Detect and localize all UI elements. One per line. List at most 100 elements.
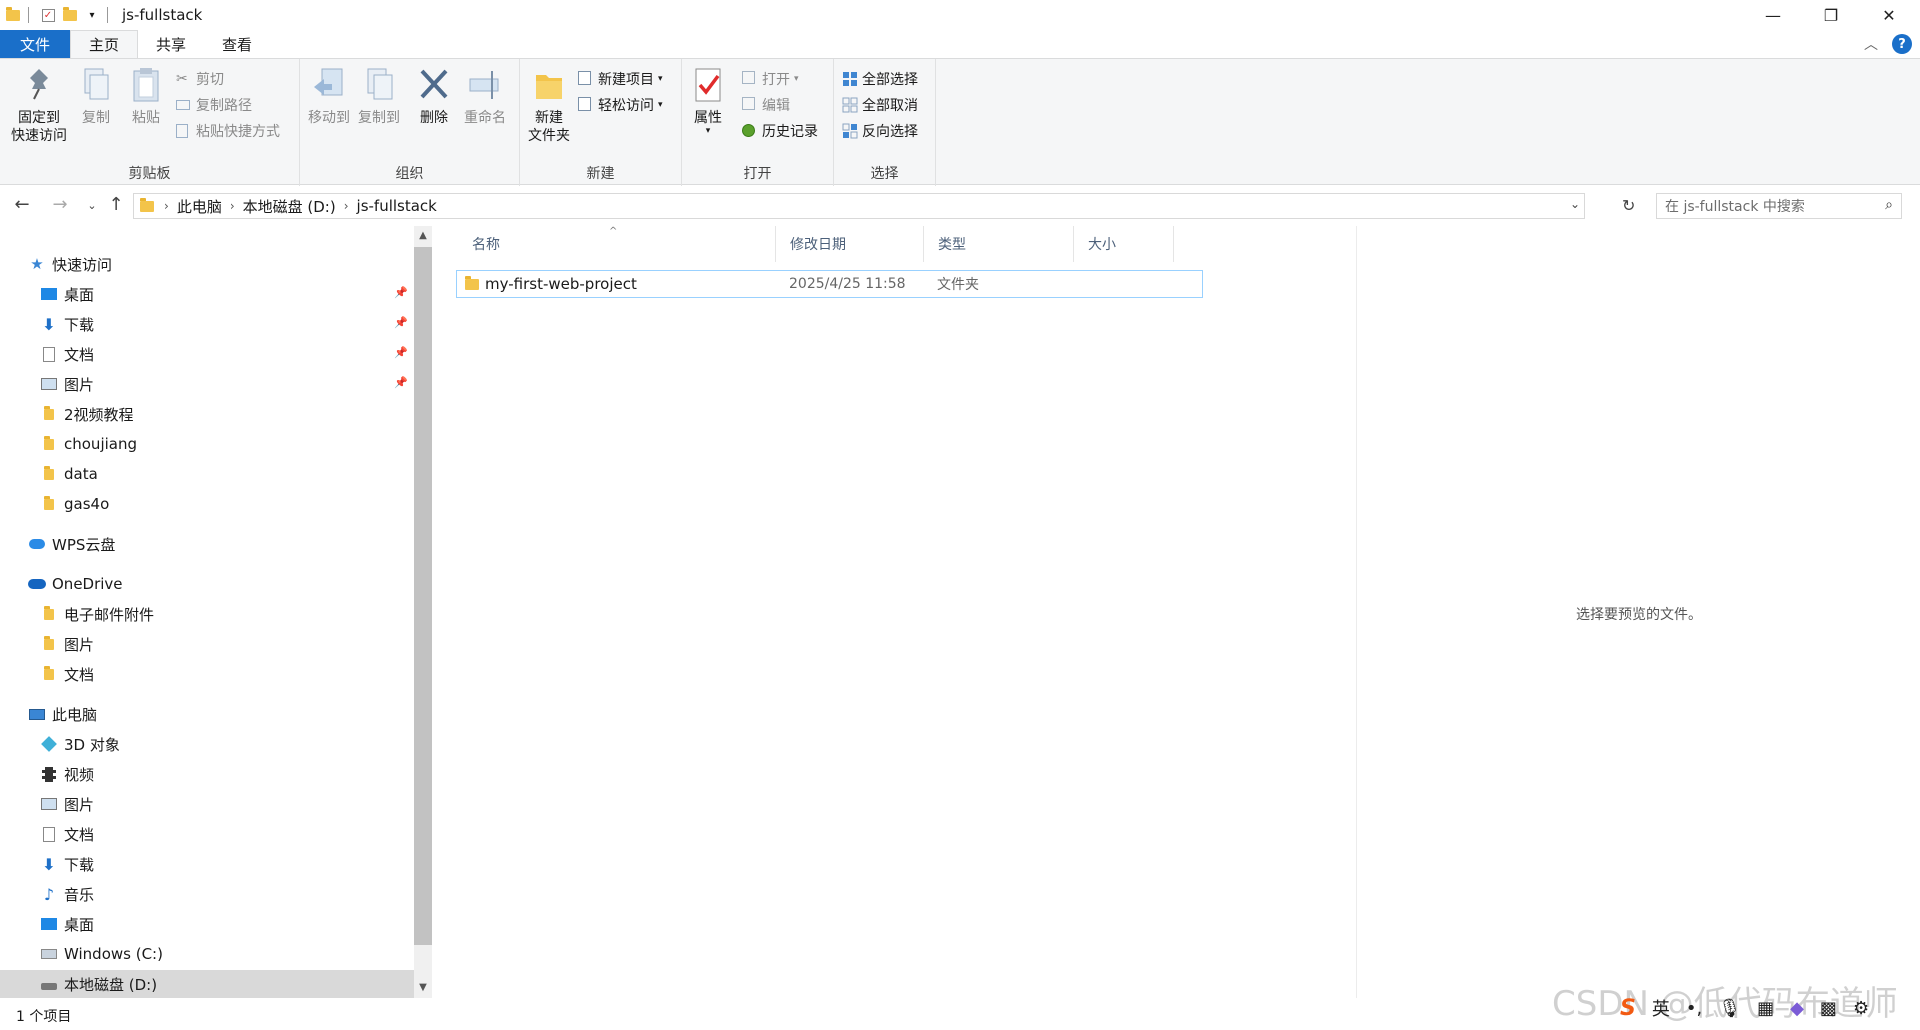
column-header-type[interactable]: 类型: [924, 226, 1074, 262]
nav-onedrive[interactable]: OneDrive: [28, 570, 123, 598]
pin-icon[interactable]: 📌: [394, 376, 408, 389]
properties-button[interactable]: 属性 ▾: [686, 65, 730, 136]
address-bar[interactable]: › 此电脑 › 本地磁盘 (D:) › js-fullstack ⌄: [133, 193, 1585, 219]
breadcrumb-js-fullstack[interactable]: js-fullstack: [357, 197, 437, 215]
delete-button[interactable]: 删除: [414, 65, 454, 127]
invert-selection-button[interactable]: 反向选择: [842, 121, 918, 141]
nav-scrollbar-thumb[interactable]: [414, 247, 432, 945]
nav-wps-cloud[interactable]: WPS云盘: [28, 530, 115, 558]
ime-language-toggle[interactable]: 英: [1652, 995, 1670, 1021]
scroll-up-icon[interactable]: ▲: [414, 230, 432, 241]
keyboard-icon[interactable]: ▦: [1757, 998, 1774, 1019]
address-dropdown-icon[interactable]: ⌄: [1570, 197, 1580, 211]
pin-icon[interactable]: 📌: [394, 316, 408, 329]
nav-onedrive-folder[interactable]: 文档: [40, 660, 94, 688]
nav-label: 下载: [64, 315, 95, 334]
punctuation-icon[interactable]: •,: [1686, 998, 1702, 1019]
microphone-icon[interactable]: 🎙: [1718, 998, 1741, 1019]
nav-quick-folder[interactable]: 2视频教程: [40, 400, 134, 428]
nav-pc-drive-d[interactable]: 本地磁盘 (D:): [0, 970, 414, 998]
minimize-button[interactable]: —: [1744, 0, 1802, 30]
pin-icon[interactable]: 📌: [394, 346, 408, 359]
breadcrumb-this-pc[interactable]: 此电脑: [177, 196, 222, 217]
tab-home[interactable]: 主页: [70, 30, 139, 58]
recent-locations-icon[interactable]: ⌄: [80, 199, 104, 212]
move-to-button[interactable]: 移动到: [304, 65, 354, 127]
new-item-button[interactable]: 新建项目 ▾: [578, 69, 663, 89]
tab-file[interactable]: 文件: [0, 30, 70, 58]
nav-label: data: [64, 465, 98, 483]
divider: [28, 7, 29, 23]
properties-quick-icon[interactable]: ✓: [39, 6, 57, 24]
help-icon[interactable]: ?: [1892, 34, 1912, 54]
back-arrow-icon[interactable]: ←: [10, 194, 34, 215]
chevron-right-icon[interactable]: ›: [230, 199, 235, 213]
tab-view[interactable]: 查看: [204, 30, 270, 58]
nav-pc-videos[interactable]: 视频: [40, 760, 94, 788]
pin-icon[interactable]: 📌: [394, 286, 408, 299]
nav-this-pc[interactable]: 此电脑: [28, 700, 97, 728]
properties-label: 属性: [694, 110, 722, 126]
maximize-button[interactable]: ❐: [1802, 0, 1860, 30]
chevron-right-icon[interactable]: ›: [164, 199, 169, 213]
easy-access-button[interactable]: 轻松访问 ▾: [578, 95, 663, 115]
select-all-icon: [842, 71, 858, 87]
nav-pc-3d-objects[interactable]: 3D 对象: [40, 730, 120, 758]
column-header-date[interactable]: 修改日期: [776, 226, 924, 262]
chevron-right-icon[interactable]: ›: [344, 199, 349, 213]
open-button[interactable]: 打开 ▾: [742, 69, 799, 89]
settings-icon[interactable]: ⚙: [1853, 998, 1869, 1019]
nav-quick-folder[interactable]: gas4o: [40, 490, 109, 518]
column-header-size[interactable]: 大小: [1074, 226, 1174, 262]
nav-quick-folder[interactable]: data: [40, 460, 98, 488]
nav-pc-pictures[interactable]: 图片: [40, 790, 94, 818]
paste-shortcut-button[interactable]: 粘贴快捷方式: [176, 121, 280, 141]
nav-quick-pictures[interactable]: 图片: [40, 370, 94, 398]
history-button[interactable]: 历史记录: [742, 121, 818, 141]
copy-path-button[interactable]: 复制路径: [176, 95, 252, 115]
computer-icon: [28, 705, 46, 723]
edit-button[interactable]: 编辑: [742, 95, 790, 115]
new-folder-button[interactable]: 新建 文件夹: [524, 65, 574, 145]
new-folder-quick-icon[interactable]: [61, 6, 79, 24]
column-header-label: 名称: [472, 237, 500, 253]
breadcrumb-local-disk-d[interactable]: 本地磁盘 (D:): [243, 196, 336, 217]
refresh-icon[interactable]: ↻: [1622, 196, 1635, 215]
close-button[interactable]: ✕: [1860, 0, 1918, 30]
search-input[interactable]: 在 js-fullstack 中搜索 ⌕: [1656, 193, 1902, 219]
cut-button[interactable]: ✂ 剪切: [176, 69, 224, 89]
column-header-name[interactable]: 名称: [458, 226, 776, 262]
nav-quick-access[interactable]: ★ 快速访问: [28, 250, 112, 278]
paste-label: 粘贴: [132, 110, 160, 126]
toolbox-icon[interactable]: ▩: [1820, 998, 1837, 1019]
customize-quick-access-icon[interactable]: ▾: [83, 6, 101, 24]
nav-pc-desktop[interactable]: 桌面: [40, 910, 94, 938]
copy-button[interactable]: 复制: [76, 65, 116, 127]
select-all-button[interactable]: 全部选择: [842, 69, 918, 89]
paste-button[interactable]: 粘贴: [126, 65, 166, 127]
nav-onedrive-folder[interactable]: 图片: [40, 630, 94, 658]
nav-quick-folder[interactable]: choujiang: [40, 430, 137, 458]
tab-share[interactable]: 共享: [138, 30, 204, 58]
nav-quick-documents[interactable]: 文档: [40, 340, 94, 368]
nav-pc-music[interactable]: ♪ 音乐: [40, 880, 94, 908]
nav-onedrive-folder[interactable]: 电子邮件附件: [40, 600, 154, 628]
nav-quick-downloads[interactable]: ⬇ 下载: [40, 310, 94, 338]
collapse-ribbon-icon[interactable]: ︿: [1864, 34, 1878, 54]
scroll-down-icon[interactable]: ▼: [414, 982, 432, 993]
table-row[interactable]: my-first-web-project 2025/4/25 11:58 文件夹: [456, 270, 1203, 298]
copy-to-button[interactable]: 复制到: [354, 65, 404, 127]
nav-pc-drive-c[interactable]: Windows (C:): [40, 940, 163, 968]
forward-arrow-icon[interactable]: →: [48, 194, 72, 215]
rename-button[interactable]: 重命名: [460, 65, 510, 127]
copy-to-label: 复制到: [358, 110, 400, 126]
search-icon[interactable]: ⌕: [1885, 197, 1893, 213]
nav-pc-downloads[interactable]: ⬇ 下载: [40, 850, 94, 878]
pin-to-quick-access-button[interactable]: 固定到 快速访问: [6, 65, 72, 145]
select-none-button[interactable]: 全部取消: [842, 95, 918, 115]
skin-icon[interactable]: ◆: [1790, 998, 1804, 1019]
nav-pc-documents[interactable]: 文档: [40, 820, 94, 848]
sogou-logo-icon[interactable]: S: [1620, 996, 1636, 1021]
up-arrow-icon[interactable]: ↑: [104, 194, 128, 215]
nav-quick-desktop[interactable]: 桌面: [40, 280, 94, 308]
